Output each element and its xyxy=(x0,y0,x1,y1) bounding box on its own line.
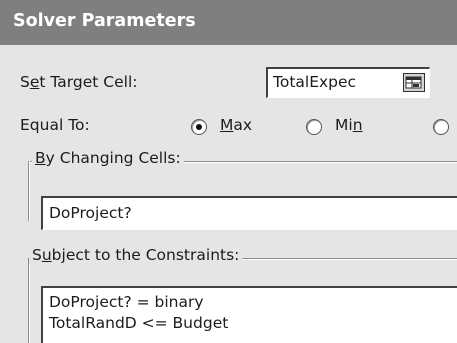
max-radio-label[interactable]: Max xyxy=(220,116,252,134)
min-radio-label[interactable]: Min xyxy=(335,116,363,134)
constraints-group-frame-left xyxy=(28,258,30,343)
collapse-dialog-button[interactable] xyxy=(403,73,425,92)
changing-cells-label: By Changing Cells: xyxy=(32,149,184,167)
max-radio[interactable] xyxy=(191,119,207,135)
target-cell-label: Set Target Cell: xyxy=(20,73,138,91)
value-of-radio[interactable] xyxy=(433,119,449,135)
constraint-item[interactable]: TotalRandD <= Budget xyxy=(49,314,228,333)
collapse-dialog-icon xyxy=(405,76,422,89)
equal-to-label: Equal To: xyxy=(20,116,90,134)
constraint-item[interactable]: DoProject? = binary xyxy=(49,293,204,312)
min-radio[interactable] xyxy=(306,119,322,135)
changing-cells-value: DoProject? xyxy=(49,204,132,222)
solver-parameters-dialog: Solver Parameters Set Target Cell: Total… xyxy=(0,0,457,343)
dialog-title: Solver Parameters xyxy=(13,11,196,31)
target-cell-input[interactable]: TotalExpec xyxy=(266,67,430,98)
title-bar[interactable]: Solver Parameters xyxy=(0,0,457,45)
constraints-list[interactable]: DoProject? = binary TotalRandD <= Budget xyxy=(41,286,457,343)
target-cell-value: TotalExpec xyxy=(273,73,357,91)
constraints-label: Subject to the Constraints: xyxy=(29,246,243,264)
changing-cells-group-frame-left xyxy=(28,161,30,221)
changing-cells-input[interactable]: DoProject? xyxy=(41,196,457,230)
